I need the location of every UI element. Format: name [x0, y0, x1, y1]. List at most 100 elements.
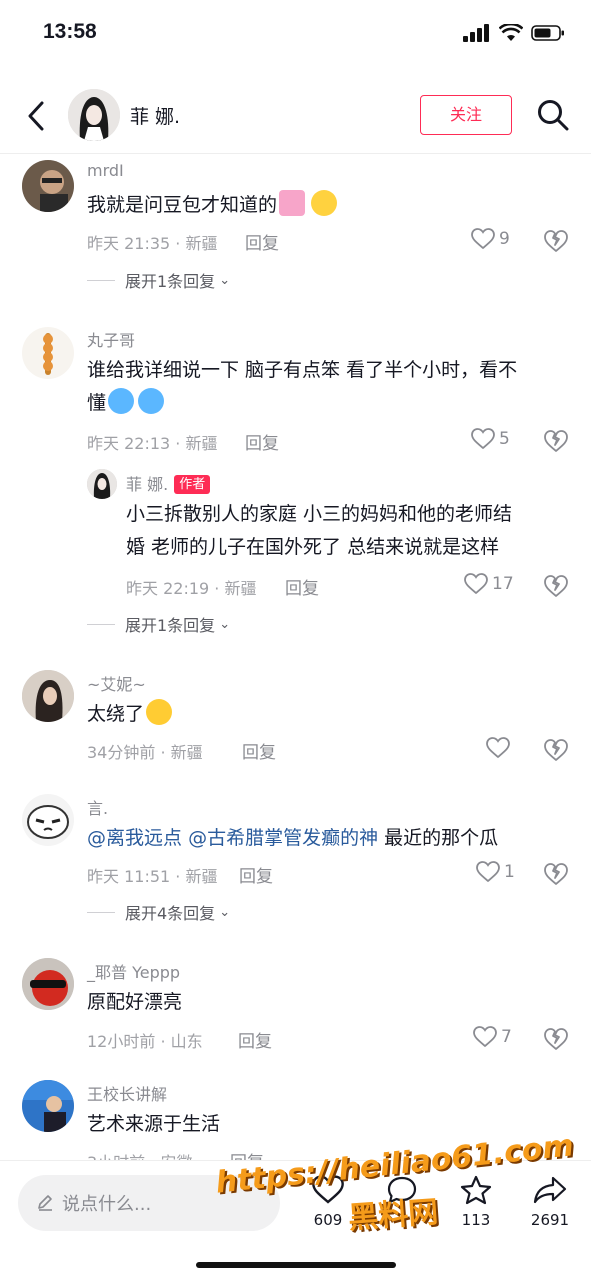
- dislike-icon[interactable]: [543, 574, 569, 598]
- star-icon: [460, 1175, 492, 1205]
- comment-meta: 12小时前 · 山东: [87, 1032, 203, 1051]
- like-count: 609: [313, 1211, 343, 1229]
- hug-emoji-icon: [279, 190, 306, 216]
- comment-text: 艺术来源于生活: [87, 1113, 221, 1135]
- avatar[interactable]: [22, 670, 74, 722]
- avatar[interactable]: [22, 794, 74, 846]
- avatar[interactable]: [22, 1080, 74, 1132]
- comment-text-line: 婚 老师的儿子在国外死了 总结来说就是这样: [126, 536, 500, 558]
- like-count: 1: [504, 862, 515, 882]
- divider: [87, 279, 115, 281]
- follow-button[interactable]: 关注: [420, 95, 512, 135]
- comment-meta: 昨天 22:19 · 新疆: [126, 579, 257, 598]
- battery-icon: [531, 25, 564, 41]
- signal-icon: [463, 24, 489, 42]
- favorite-count: 113: [461, 1211, 491, 1229]
- status-time: 13:58: [43, 20, 97, 43]
- heart-icon: [471, 228, 495, 250]
- comment-text-line: 小三拆散别人的家庭 小三的妈妈和他的老师结: [126, 503, 513, 525]
- like-button[interactable]: 5: [471, 428, 510, 450]
- comment-text-content: 太绕了: [87, 703, 145, 725]
- laughing-crying-emoji-icon: [146, 699, 173, 725]
- username[interactable]: _耶普 Yeppp: [87, 959, 180, 983]
- pen-icon: [38, 1195, 52, 1211]
- profile-avatar[interactable]: [68, 89, 120, 141]
- dizzy-face-emoji-icon: [138, 388, 165, 414]
- heart-icon: [476, 861, 500, 883]
- expand-label: 展开1条回复: [125, 616, 216, 635]
- comment-text-line: 懂: [87, 392, 107, 414]
- username[interactable]: 言.: [87, 795, 108, 819]
- username[interactable]: ~艾妮~: [87, 671, 146, 695]
- heart-icon: [464, 573, 488, 595]
- reply-button[interactable]: 回复: [245, 429, 279, 454]
- dislike-icon[interactable]: [543, 1027, 569, 1051]
- comment-text-line: 谁给我详细说一下 脑子有点笨 看了半个小时，看不: [87, 359, 518, 381]
- share-count: 2691: [530, 1211, 570, 1229]
- username[interactable]: mrdI: [87, 161, 124, 180]
- reply-button[interactable]: 回复: [230, 1148, 264, 1160]
- expand-label: 展开4条回复: [125, 904, 216, 923]
- dislike-icon[interactable]: [543, 229, 569, 253]
- comment-text: 谁给我详细说一下 脑子有点笨 看了半个小时，看不懂: [87, 354, 517, 420]
- dislike-icon[interactable]: [543, 429, 569, 453]
- avatar[interactable]: [22, 160, 74, 212]
- expand-label: 展开1条回复: [125, 272, 216, 291]
- like-button[interactable]: 17: [464, 573, 514, 595]
- share-action[interactable]: 2691: [520, 1175, 580, 1229]
- avatar[interactable]: [22, 327, 74, 379]
- top-nav: 菲 娜. 关注: [0, 80, 591, 154]
- expand-replies[interactable]: 展开1条回复 ⌄: [87, 612, 230, 636]
- avatar[interactable]: [87, 469, 117, 499]
- status-icons: [463, 24, 565, 42]
- comment-text: 太绕了: [87, 698, 173, 731]
- comment-meta: 昨天 11:51 · 新疆: [87, 867, 218, 886]
- comment-text: 原配好漂亮: [87, 991, 183, 1013]
- like-button[interactable]: 7: [473, 1026, 512, 1048]
- username[interactable]: 丸子哥: [87, 327, 135, 351]
- comment-text: 小三拆散别人的家庭 小三的妈妈和他的老师结婚 老师的儿子在国外死了 总结来说就是…: [126, 498, 512, 564]
- favorite-action[interactable]: 113: [446, 1175, 506, 1229]
- like-count: 9: [499, 229, 510, 249]
- comment-meta: 昨天 22:13 · 新疆: [87, 434, 218, 453]
- username[interactable]: 菲 娜. 作者: [126, 471, 211, 495]
- search-icon[interactable]: [536, 98, 570, 132]
- reply-button[interactable]: 回复: [285, 574, 319, 599]
- reply-button[interactable]: 回复: [245, 229, 279, 254]
- dislike-icon[interactable]: [543, 862, 569, 886]
- heart-icon: [486, 737, 510, 759]
- reply-button[interactable]: 回复: [238, 1027, 272, 1052]
- like-count: 5: [499, 429, 510, 449]
- comment-text: 我就是问豆包才知道的: [87, 189, 338, 222]
- comment-text: @离我远点 @古希腊掌管发癫的神 最近的那个瓜: [87, 822, 498, 855]
- mention-link[interactable]: @离我远点: [87, 827, 182, 849]
- wifi-icon: [499, 24, 523, 41]
- expand-replies[interactable]: 展开4条回复 ⌄: [87, 900, 230, 924]
- watermark-text: 黑料网: [347, 1194, 440, 1237]
- author-badge: 作者: [174, 475, 211, 494]
- reply-button[interactable]: 回复: [242, 738, 276, 763]
- dislike-icon[interactable]: [543, 738, 569, 762]
- divider: [87, 911, 115, 913]
- comment-list[interactable]: mrdI 我就是问豆包才知道的 昨天 21:35 · 新疆 回复 9 展开1条回…: [0, 155, 591, 1160]
- like-button[interactable]: 9: [471, 228, 510, 250]
- username-text: 菲 娜.: [126, 475, 169, 494]
- comment-text-content: 最近的那个瓜: [384, 827, 499, 849]
- comment-input-placeholder: 说点什么...: [62, 1194, 152, 1215]
- chevron-down-icon: ⌄: [219, 616, 231, 632]
- like-button[interactable]: [486, 737, 514, 759]
- reply-button[interactable]: 回复: [239, 862, 273, 887]
- mention-link[interactable]: @古希腊掌管发癫的神: [188, 827, 378, 849]
- like-count: 7: [501, 1027, 512, 1047]
- profile-name[interactable]: 菲 娜.: [130, 102, 180, 129]
- username[interactable]: 王校长讲解: [87, 1081, 167, 1105]
- expand-replies[interactable]: 展开1条回复 ⌄: [87, 268, 230, 292]
- heart-icon: [471, 428, 495, 450]
- home-indicator: [196, 1262, 396, 1268]
- heart-icon: [473, 1026, 497, 1048]
- chevron-down-icon: ⌄: [219, 272, 231, 288]
- like-button[interactable]: 1: [476, 861, 515, 883]
- back-arrow-icon[interactable]: [22, 98, 52, 134]
- avatar[interactable]: [22, 958, 74, 1010]
- divider: [87, 623, 115, 625]
